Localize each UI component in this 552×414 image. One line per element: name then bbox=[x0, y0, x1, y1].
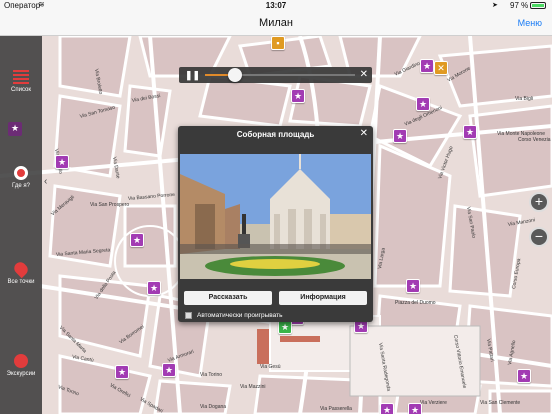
clock: 13:07 bbox=[265, 1, 287, 10]
street-label: Via San Clemente bbox=[480, 400, 521, 406]
poi-marker[interactable]: ★ bbox=[463, 125, 477, 139]
street-label: Via Gesù bbox=[260, 364, 281, 370]
poi-marker[interactable]: ★ bbox=[147, 281, 161, 295]
street-label: Via Bigli bbox=[515, 96, 533, 102]
street-label: Via Dogana bbox=[200, 404, 227, 410]
street-label: Via San Prospero bbox=[90, 202, 130, 208]
menu-button[interactable]: Меню bbox=[518, 18, 542, 28]
poi-marker[interactable]: ★ bbox=[408, 403, 422, 414]
pause-icon[interactable]: ❚❚ bbox=[185, 70, 200, 81]
poi-marker[interactable]: ★ bbox=[393, 129, 407, 143]
status-bar: Оператор ≋ 13:07 ➤ 97 % bbox=[0, 0, 552, 12]
list-icon bbox=[13, 70, 29, 84]
poi-marker-selected[interactable]: ★ bbox=[278, 320, 292, 334]
poi-marker[interactable]: ★ bbox=[406, 279, 420, 293]
close-icon[interactable]: ✕ bbox=[360, 69, 368, 80]
sidebar-item-label: Все точки bbox=[7, 279, 35, 285]
zoom-out-button[interactable]: − bbox=[529, 227, 549, 247]
popup-title: Соборная площадь bbox=[236, 130, 315, 139]
audio-progress-knob[interactable] bbox=[228, 68, 242, 82]
street-label: Via Passerella bbox=[320, 406, 352, 412]
autoplay-label: Автоматически проигрывать bbox=[197, 312, 283, 319]
poi-marker[interactable]: ★ bbox=[517, 369, 531, 383]
place-photo bbox=[180, 154, 371, 279]
location-target-icon bbox=[14, 166, 28, 180]
place-popup: Соборная площадь ✕ Рассказать Информация… bbox=[178, 126, 373, 322]
battery-percentage: 97 % bbox=[510, 1, 529, 10]
sidebar-item-where-am-i[interactable]: Где я? bbox=[0, 166, 42, 189]
navigation-bar: Милан Меню bbox=[0, 12, 552, 36]
poi-marker[interactable]: ★ bbox=[115, 365, 129, 379]
poi-marker[interactable]: ★ bbox=[380, 403, 394, 414]
poi-marker[interactable]: ★ bbox=[420, 59, 434, 73]
speaker-icon bbox=[14, 354, 28, 368]
sidebar-item-label: Список bbox=[11, 87, 31, 93]
sidebar-item-label: Экскурсии bbox=[6, 371, 36, 377]
street-label: Via Mazzini bbox=[240, 384, 266, 390]
poi-marker[interactable]: ★ bbox=[416, 97, 430, 111]
zoom-in-button[interactable]: + bbox=[529, 192, 549, 212]
street-label: Piazza del Duomo bbox=[395, 300, 436, 306]
tell-button[interactable]: Рассказать bbox=[184, 291, 272, 305]
poi-marker[interactable]: ★ bbox=[8, 122, 22, 136]
street-label: Via Verziere bbox=[420, 400, 447, 406]
sidebar-collapse-chevron-icon[interactable]: ‹ bbox=[44, 176, 52, 196]
street-label: Via Torino bbox=[200, 372, 223, 378]
sidebar-item-all-points[interactable]: Все точки bbox=[0, 259, 42, 285]
info-button[interactable]: Информация bbox=[279, 291, 367, 305]
autoplay-toggle[interactable]: Автоматически проигрывать bbox=[181, 310, 370, 322]
battery-icon bbox=[530, 2, 546, 9]
poi-marker-orange[interactable]: ✕ bbox=[434, 61, 448, 75]
poi-marker[interactable]: ★ bbox=[55, 155, 69, 169]
duomo-photo bbox=[180, 154, 371, 279]
sidebar-item-label: Где я? bbox=[12, 183, 30, 189]
screen: Оператор ≋ 13:07 ➤ 97 % Милан Меню Via d… bbox=[0, 0, 552, 414]
poi-marker[interactable]: ★ bbox=[162, 363, 176, 377]
sidebar: Список ★ Где я? Все точки Экскурсии bbox=[0, 36, 42, 414]
audio-player: ❚❚ ✕ bbox=[179, 67, 372, 83]
street-label: Corso Venezia bbox=[518, 137, 551, 143]
location-arrow-icon: ➤ bbox=[492, 2, 498, 9]
audio-progress-track[interactable] bbox=[205, 68, 355, 82]
poi-marker[interactable]: ★ bbox=[130, 233, 144, 247]
autoplay-checkbox[interactable] bbox=[185, 312, 192, 319]
poi-marker-orange[interactable]: ▪ bbox=[271, 36, 285, 50]
poi-marker[interactable]: ★ bbox=[291, 89, 305, 103]
sidebar-item-list[interactable]: Список bbox=[0, 70, 42, 93]
page-title: Милан bbox=[259, 17, 293, 29]
map-pin-icon bbox=[11, 259, 31, 279]
sidebar-item-tours[interactable]: Экскурсии bbox=[0, 354, 42, 377]
close-icon[interactable]: ✕ bbox=[360, 128, 368, 139]
